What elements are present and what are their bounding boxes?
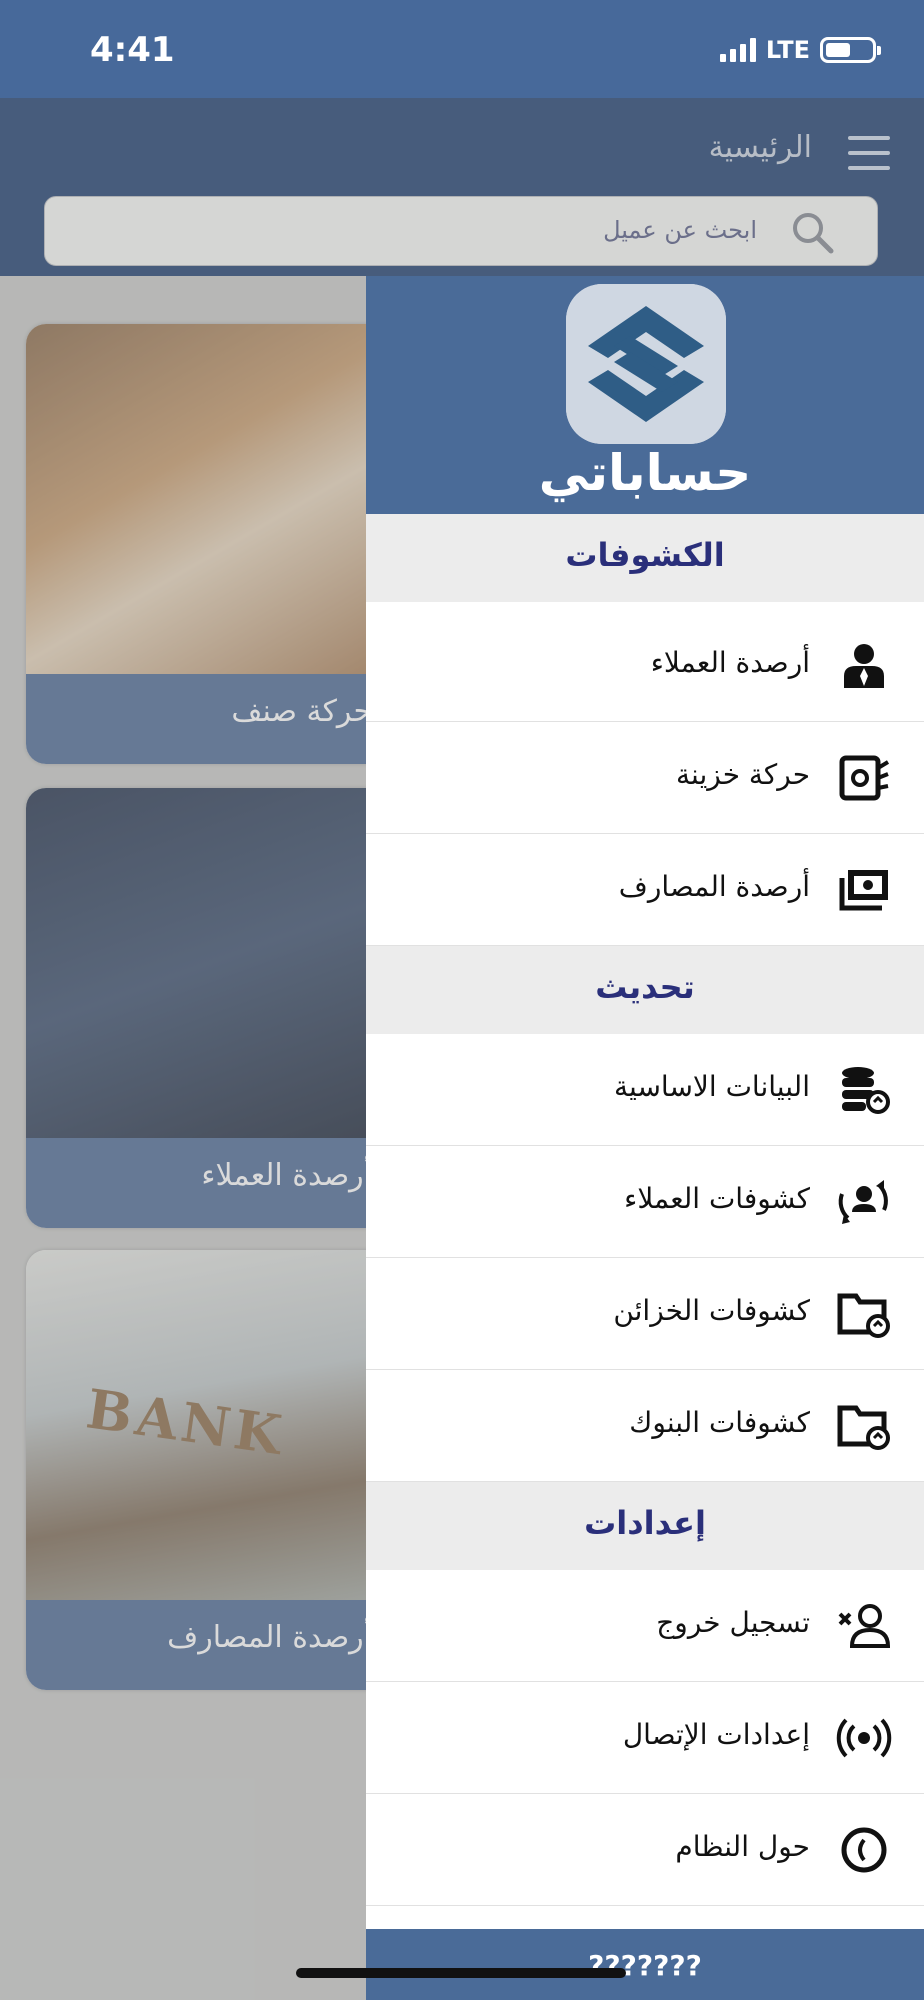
- menu-item-basic-data[interactable]: البيانات الاساسية: [366, 1034, 924, 1146]
- section-update: تحديث: [366, 946, 924, 1034]
- navigation-drawer: حساباتي الكشوفات أرصدة العملاء حركة خزين…: [366, 276, 924, 2000]
- status-indicators: LTE: [719, 36, 881, 64]
- menu-item-label: حركة خزينة: [675, 758, 810, 791]
- app-header: الرئيسية ابحث عن عميل: [0, 98, 924, 276]
- cash-icon: [839, 870, 888, 911]
- menu-item-label: كشوفات الخزائن: [613, 1294, 810, 1327]
- home-indicator: [296, 1968, 626, 1978]
- menu-item-customer-statements[interactable]: كشوفات العملاء: [366, 1146, 924, 1258]
- drawer-footer: ???????: [366, 1929, 924, 2000]
- menu-item-label: كشوفات العملاء: [624, 1182, 810, 1215]
- menu-item-label: أرصدة المصارف: [618, 870, 810, 903]
- menu-item-label: تسجيل خروج: [656, 1606, 810, 1639]
- menu-item-customer-balances[interactable]: أرصدة العملاء: [366, 610, 924, 722]
- status-time: 4:41: [90, 30, 175, 70]
- menu-item-logout[interactable]: تسجيل خروج: [366, 1570, 924, 1682]
- menu-item-label: أرصدة العملاء: [650, 646, 810, 679]
- app-logo-text: حساباتي: [538, 444, 752, 502]
- menu-item-treasury-movement[interactable]: حركة خزينة: [366, 722, 924, 834]
- menu-item-connection-settings[interactable]: إعدادات الإتصال: [366, 1682, 924, 1794]
- menu-icon[interactable]: [848, 136, 890, 170]
- user-sync-icon: [838, 1180, 888, 1224]
- search-input[interactable]: ابحث عن عميل: [44, 196, 878, 266]
- search-icon: [793, 213, 834, 254]
- customer-icon: [844, 644, 884, 688]
- folder-sync-icon: [837, 1293, 890, 1338]
- menu-item-label: كشوفات البنوك: [629, 1406, 810, 1439]
- info-circle-icon: [841, 1827, 887, 1873]
- menu-item-treasury-statements[interactable]: كشوفات الخزائن: [366, 1258, 924, 1370]
- section-settings: إعدادات: [366, 1482, 924, 1570]
- menu-item-label: البيانات الاساسية: [614, 1070, 810, 1103]
- menu-item-about-system[interactable]: حول النظام: [366, 1794, 924, 1906]
- menu-item-bank-balances[interactable]: أرصدة المصارف: [366, 834, 924, 946]
- battery-icon: [820, 37, 881, 63]
- menu-item-bank-statements[interactable]: كشوفات البنوك: [366, 1370, 924, 1482]
- signal-icon: [719, 38, 756, 62]
- status-bar: 4:41 LTE: [0, 0, 924, 98]
- network-type: LTE: [765, 36, 810, 64]
- drawer-header: حساباتي: [366, 276, 924, 514]
- folder-sync-icon: [837, 1405, 890, 1450]
- menu-item-label: إعدادات الإتصال: [622, 1718, 810, 1751]
- menu-item-label: حول النظام: [675, 1830, 810, 1863]
- broadcast-icon: [836, 1718, 892, 1758]
- section-reports: الكشوفات: [366, 514, 924, 602]
- page-title: الرئيسية: [708, 130, 812, 165]
- database-sync-icon: [842, 1067, 890, 1114]
- search-placeholder: ابحث عن عميل: [603, 216, 757, 244]
- app-logo-icon: [566, 284, 726, 444]
- user-remove-icon: [838, 1604, 891, 1648]
- treasury-icon: [839, 755, 890, 801]
